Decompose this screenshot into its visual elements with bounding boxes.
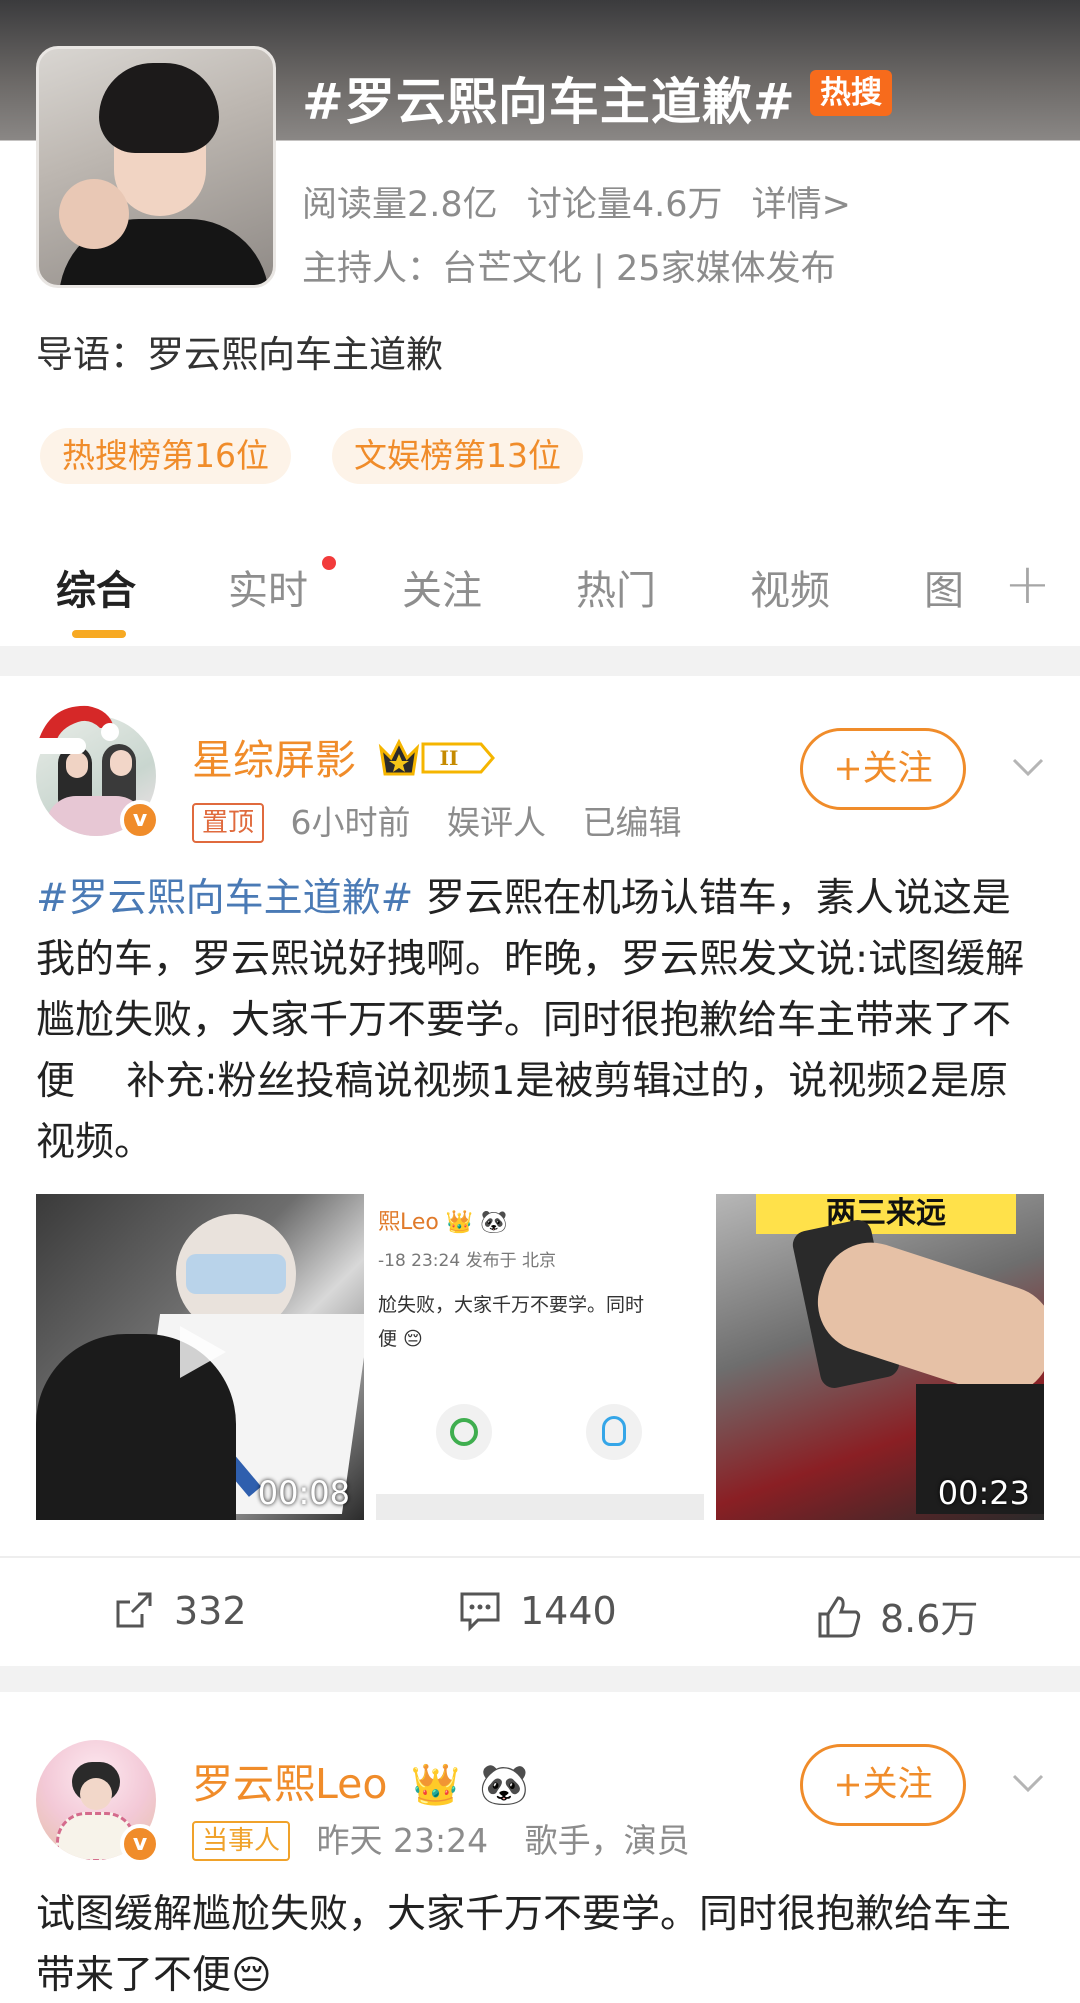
screenshot-text-1: 尬失败，大家千万不要学。同时 [378, 1294, 645, 1316]
post-action-bar: 332 1440 8.6万 [0, 1556, 1080, 1666]
svg-text:II: II [440, 746, 459, 770]
detail-link[interactable]: 详情> [752, 185, 851, 225]
ent-rank-chip[interactable]: 文娱榜第13位 [332, 428, 583, 484]
crown-icon: 👑 [410, 1762, 461, 1808]
like-button[interactable]: 8.6万 [816, 1588, 978, 1643]
comment-icon [460, 1592, 500, 1632]
topic-stats: 阅读量2.8亿 讨论量4.6万 详情> [302, 176, 869, 227]
repost-button[interactable]: 332 [112, 1588, 247, 1633]
post-text: 试图缓解尴尬失败，大家千万不要学。同时很抱歉给车主带来了不便😔 [36, 1892, 1012, 1998]
screenshot-username: 熙Leo 👑 🐼 [378, 1210, 508, 1235]
plus-icon[interactable]: + [1004, 552, 1051, 617]
user-role: 歌手，演员 [524, 1821, 690, 1860]
pinned-tag: 置顶 [192, 803, 265, 843]
section-divider [0, 1666, 1080, 1692]
notification-dot [322, 556, 336, 570]
tab-hot[interactable]: 热门 [576, 558, 656, 616]
verified-badge-icon: v [120, 800, 160, 840]
hot-badge: 热搜 [810, 70, 892, 116]
image-thumbnail-2[interactable]: 熙Leo 👑 🐼 -18 23:24 发布于 北京 尬失败，大家千万不要学。同时… [376, 1194, 704, 1520]
topic-host[interactable]: 主持人：台芒文化 | 25家媒体发布 [302, 240, 836, 291]
follow-button[interactable]: +关注 [800, 1744, 966, 1826]
post-time: 昨天 23:24 [316, 1821, 489, 1860]
post-username[interactable]: 星综屏影 II [192, 726, 497, 786]
topic-hashtag-link[interactable]: #罗云熙向车主道歉# [36, 876, 413, 921]
hot-rank-chip[interactable]: 热搜榜第16位 [40, 428, 291, 484]
verified-badge-icon: v [120, 1824, 160, 1864]
topic-cover-image[interactable] [36, 46, 276, 288]
tab-comprehensive[interactable]: 综合 [56, 558, 136, 616]
qq-icon [602, 1416, 626, 1446]
video-thumbnail-1[interactable]: 00:08 [36, 1194, 364, 1520]
video-duration: 00:08 [257, 1474, 350, 1512]
tab-images[interactable]: 图 [924, 558, 964, 616]
post-meta: 置顶 6小时前 娱评人 已编辑 [192, 796, 682, 844]
post-card: v 罗云熙Leo 👑 🐼 当事人 昨天 23:24 歌手，演员 +关注 试图缓解… [0, 1692, 1080, 2003]
post-avatar[interactable]: v [36, 1740, 160, 1864]
topic-intro: 导语：罗云熙向车主道歉 [36, 333, 443, 376]
video-duration: 00:23 [937, 1474, 1030, 1512]
chevron-down-icon[interactable] [1010, 750, 1046, 786]
panda-icon: 🐼 [479, 1762, 530, 1808]
post-avatar[interactable]: v [32, 705, 160, 840]
thumbs-up-icon [818, 1596, 861, 1638]
post-time: 6小时前 [290, 803, 411, 842]
tab-following[interactable]: 关注 [402, 558, 482, 616]
screenshot-text-2: 便 😔 [378, 1328, 423, 1350]
comment-button[interactable]: 1440 [458, 1588, 617, 1633]
chevron-down-icon[interactable] [1010, 1766, 1046, 1802]
tab-realtime[interactable]: 实时 [228, 558, 308, 616]
discuss-count: 讨论量4.6万 [526, 185, 723, 225]
post-meta: 当事人 昨天 23:24 歌手，演员 [192, 1814, 690, 1862]
moments-icon [450, 1418, 478, 1446]
santa-hat-icon [32, 705, 119, 754]
play-icon[interactable] [176, 1322, 230, 1382]
read-count: 阅读量2.8亿 [302, 185, 498, 225]
post-text: #罗云熙向车主道歉# 罗云熙在机场认错车，素人说这是我的车，罗云熙说好拽啊。昨晚… [36, 868, 1046, 1173]
section-divider [0, 646, 1080, 676]
topic-title: #罗云熙向车主道歉# [302, 73, 796, 131]
video-thumbnail-3[interactable]: 两三来远 00:23 [716, 1194, 1044, 1520]
crown-level-icon: II [378, 738, 496, 776]
follow-button[interactable]: +关注 [800, 728, 966, 810]
tab-bar: 综合 实时 关注 热门 视频 图 + [0, 548, 1080, 640]
tab-video[interactable]: 视频 [750, 558, 830, 616]
post-username[interactable]: 罗云熙Leo 👑 🐼 [192, 1750, 529, 1810]
comment-count: 1440 [520, 1589, 617, 1633]
video-caption: 两三来远 [756, 1194, 1016, 1234]
repost-icon [116, 1592, 152, 1628]
topic-header: #罗云熙向车主道歉# 热搜 阅读量2.8亿 讨论量4.6万 详情> 主持人：台芒… [0, 0, 1080, 648]
repost-count: 332 [174, 1589, 247, 1633]
active-tab-indicator [72, 630, 126, 638]
party-tag: 当事人 [192, 1821, 291, 1861]
like-count: 8.6万 [880, 1597, 979, 1641]
user-role: 娱评人 [447, 803, 547, 842]
screenshot-meta: -18 23:24 发布于 北京 [378, 1251, 556, 1271]
edited-label: 已编辑 [582, 803, 682, 842]
media-grid: 00:08 熙Leo 👑 🐼 -18 23:24 发布于 北京 尬失败，大家千万… [36, 1194, 1044, 1520]
